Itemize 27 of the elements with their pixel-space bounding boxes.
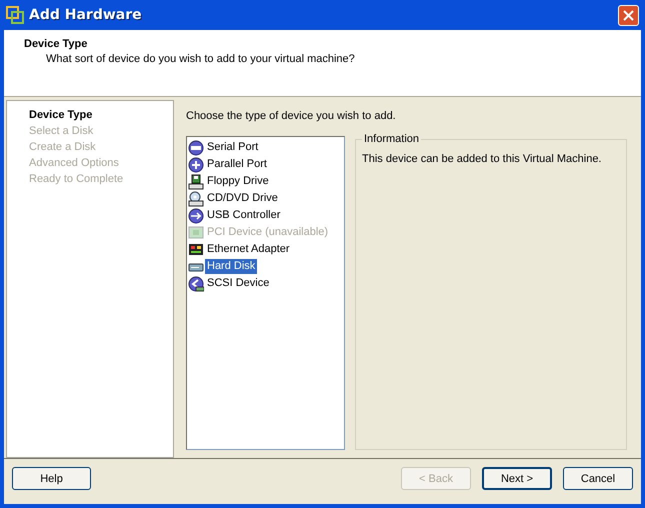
panel-title: Information [363, 133, 420, 145]
device-item[interactable]: SCSI Device [205, 276, 272, 291]
device-item[interactable]: USB Controller [205, 208, 282, 223]
prompt-text: Choose the type of device you wish to add. [186, 110, 397, 122]
wizard-step: Device Type [29, 107, 173, 123]
information-text: This device can be added to this Virtual Machine. [362, 153, 602, 165]
help-button[interactable]: Help [12, 467, 91, 490]
app-logo-icon [6, 6, 24, 24]
cancel-button[interactable]: Cancel [563, 467, 633, 490]
wizard-step: Select a Disk [29, 123, 173, 139]
card-icon [188, 224, 204, 240]
device-item[interactable]: Parallel Port [205, 157, 269, 172]
close-icon [623, 10, 634, 20]
device-item[interactable]: CD/DVD Drive [205, 191, 280, 206]
window-title: Add Hardware [29, 7, 143, 23]
wizard-step: Advanced Options [29, 155, 173, 171]
device-item[interactable]: Hard Disk [205, 259, 258, 274]
wizard-step: Create a Disk [29, 139, 173, 155]
device-item[interactable]: Serial Port [205, 140, 260, 155]
close-button[interactable] [618, 4, 639, 26]
header-title: Device Type [24, 38, 88, 50]
device-item[interactable]: Floppy Drive [205, 174, 271, 189]
next-button[interactable]: Next > [482, 467, 552, 490]
device-item[interactable]: Ethernet Adapter [205, 242, 292, 257]
wizard-step: Ready to Complete [29, 171, 173, 187]
card-icon [188, 242, 204, 258]
header-subtitle: What sort of device do you wish to add to your virtual machine? [46, 53, 356, 65]
